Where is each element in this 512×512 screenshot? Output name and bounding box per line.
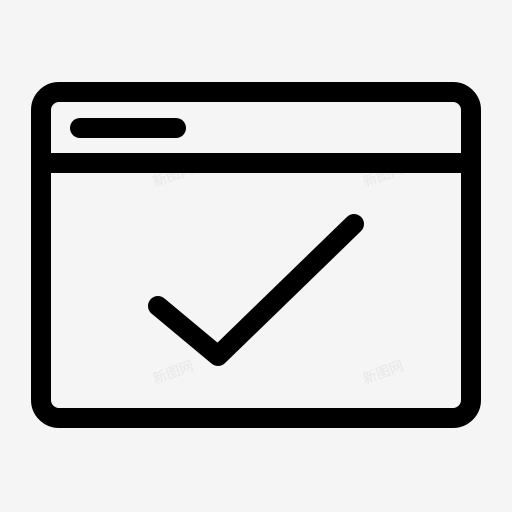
check-mark-icon [148, 214, 364, 366]
window-frame [31, 82, 481, 428]
icon-canvas: 新图网 新图网 新图网 新图网 [0, 0, 512, 512]
browser-window-check-icon [31, 82, 481, 428]
